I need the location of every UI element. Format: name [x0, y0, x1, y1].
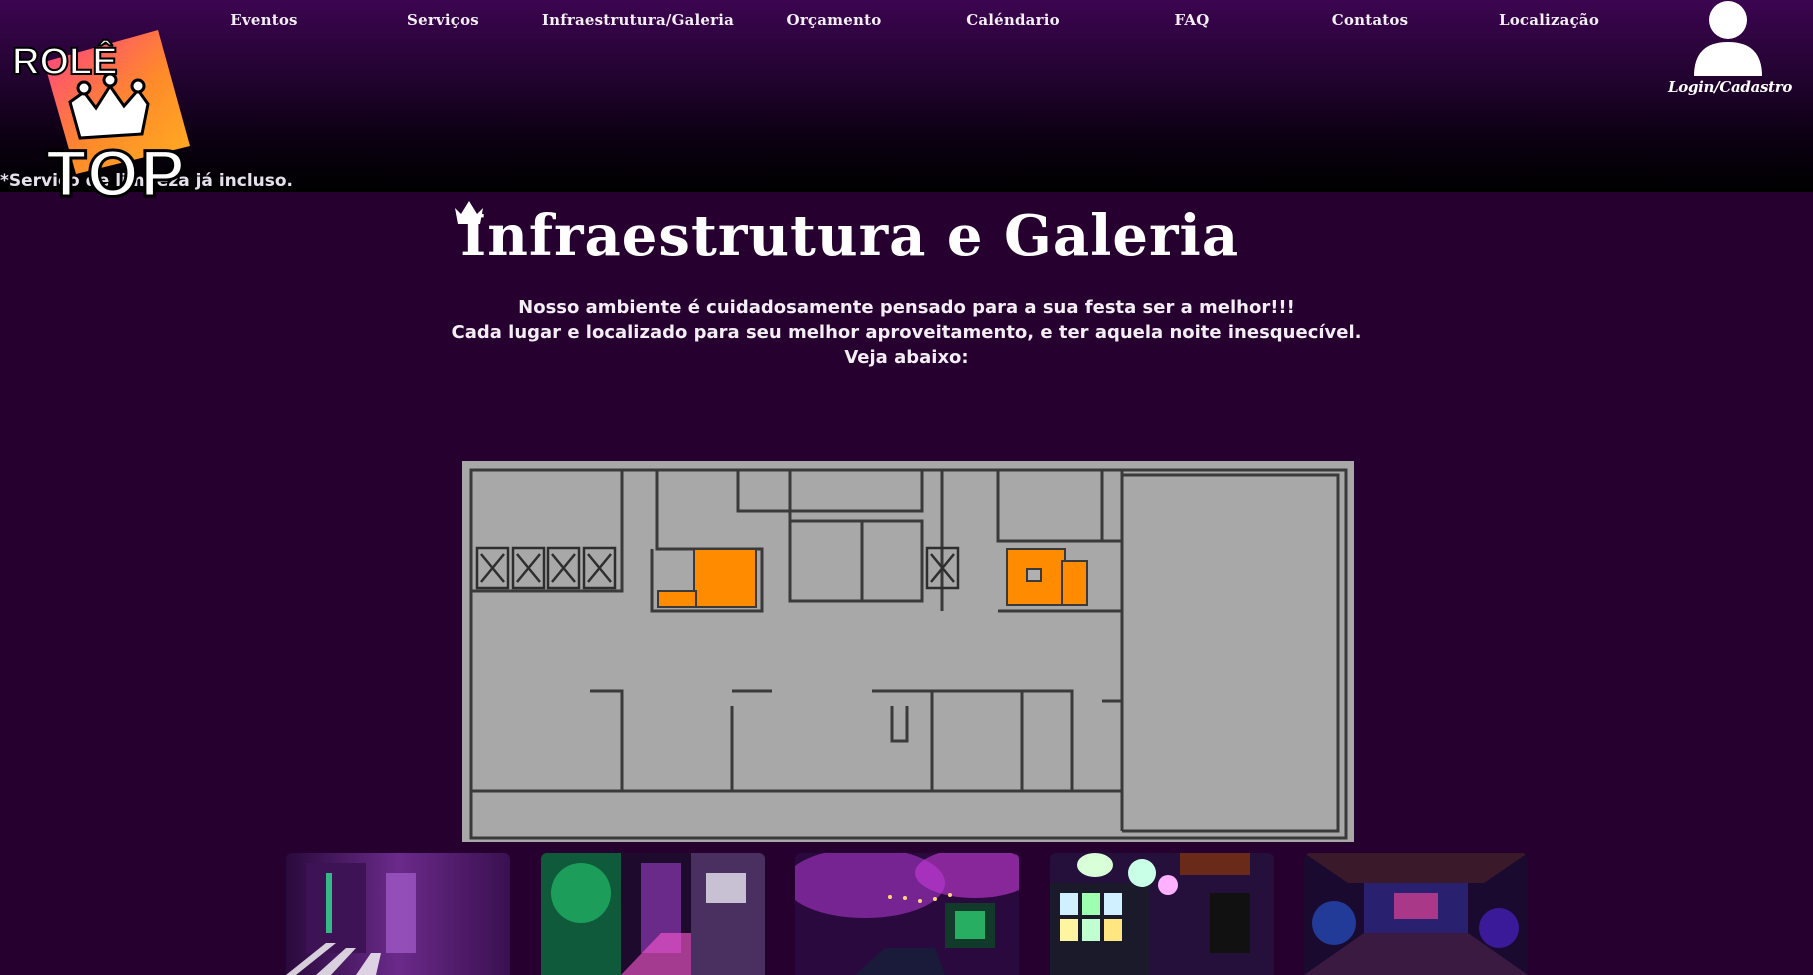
site-header: Eventos Serviços Infraestrutura/Galeria … [0, 0, 1813, 212]
user-icon [1694, 1, 1762, 76]
floor-plan-drawing [469, 468, 1348, 840]
gallery-photo-3[interactable] [795, 853, 1019, 975]
nav-localizacao[interactable]: Localização [1499, 11, 1599, 29]
logo-text-top: ROLÊ [12, 39, 118, 83]
nav-servicos[interactable]: Serviços [407, 11, 479, 29]
logo-text-bottom: TOP [46, 136, 186, 202]
page-title: Infraestrutura e Galeria [452, 198, 1362, 274]
floor-plan [462, 461, 1354, 842]
intro-line-3: Veja abaixo: [844, 347, 969, 368]
nav-faq[interactable]: FAQ [1174, 11, 1209, 29]
site-logo[interactable]: ROLÊ TOP [6, 26, 246, 212]
gallery-photo-1[interactable] [286, 853, 510, 975]
page-title-text: Infraestrutura e Galeria [460, 203, 1240, 269]
gallery-photo-4[interactable] [1050, 853, 1274, 975]
intro-line-1: Nosso ambiente é cuidadosamente pensado … [518, 297, 1295, 318]
nav-contatos[interactable]: Contatos [1332, 11, 1408, 29]
logo-crown-icon [68, 72, 150, 140]
nav-infraestrutura-galeria[interactable]: Infraestrutura/Galeria [542, 11, 734, 29]
nav-orcamento[interactable]: Orçamento [787, 11, 882, 29]
login-button[interactable]: Login/Cadastro [1668, 0, 1793, 100]
gallery-photo-2[interactable] [541, 853, 765, 975]
nav-calendario[interactable]: Caléndario [966, 11, 1060, 29]
main-nav: Eventos Serviços Infraestrutura/Galeria … [0, 0, 1813, 44]
login-label: Login/Cadastro [1668, 78, 1793, 96]
intro-line-2: Cada lugar e localizado para seu melhor … [451, 322, 1362, 343]
gallery-photo-5[interactable] [1304, 853, 1528, 975]
